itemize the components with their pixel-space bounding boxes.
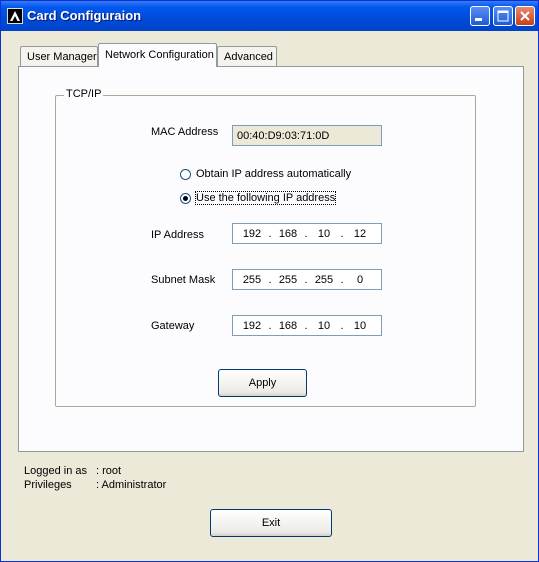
ip-dot: .	[304, 228, 308, 240]
gateway-label: Gateway	[151, 320, 195, 332]
tab-label: Network Configuration	[105, 49, 214, 61]
subnet-octet-2[interactable]: 255	[275, 274, 301, 286]
ip-address-label: IP Address	[151, 229, 204, 241]
ip-dot: .	[268, 228, 272, 240]
tab-user-manager[interactable]: User Manager	[20, 46, 98, 66]
subnet-octet-1[interactable]: 255	[239, 274, 265, 286]
close-icon	[520, 11, 530, 21]
mac-address-field: 00:40:D9:03:71:0D	[232, 125, 382, 146]
apply-button[interactable]: Apply	[218, 369, 307, 397]
maximize-button[interactable]	[493, 6, 513, 26]
subnet-dot: .	[268, 274, 272, 286]
obtain-ip-auto-radio[interactable]	[180, 169, 191, 180]
obtain-ip-auto-label[interactable]: Obtain IP address automatically	[196, 168, 351, 180]
ip-octet-4[interactable]: 12	[347, 228, 373, 240]
tab-advanced[interactable]: Advanced	[217, 46, 277, 66]
use-following-ip-label[interactable]: Use the following IP address	[194, 191, 337, 205]
gateway-dot: .	[268, 320, 272, 332]
groupbox-title: TCP/IP	[64, 88, 104, 100]
use-following-ip-radio[interactable]	[180, 193, 191, 204]
logged-in-label: Logged in as	[24, 465, 87, 477]
maximize-icon	[497, 10, 509, 22]
subnet-dot: .	[340, 274, 344, 286]
minimize-button[interactable]	[470, 6, 490, 26]
tab-label: Advanced	[224, 51, 273, 63]
privileges-value: : Administrator	[96, 479, 167, 491]
subnet-octet-3[interactable]: 255	[311, 274, 337, 286]
ip-octet-1[interactable]: 192	[239, 228, 265, 240]
subnet-mask-label: Subnet Mask	[151, 274, 216, 286]
subnet-octet-4[interactable]: 0	[347, 274, 373, 286]
network-configuration-panel: TCP/IP MAC Address 00:40:D9:03:71:0D Obt…	[18, 66, 524, 452]
minimize-icon	[475, 18, 482, 21]
gateway-octet-1[interactable]: 192	[239, 320, 265, 332]
tcpip-groupbox: TCP/IP MAC Address 00:40:D9:03:71:0D Obt…	[55, 88, 476, 407]
apply-button-label: Apply	[248, 377, 277, 389]
gateway-octet-2[interactable]: 168	[275, 320, 301, 332]
gateway-octet-4[interactable]: 10	[347, 320, 373, 332]
exit-button-label: Exit	[261, 517, 281, 529]
gateway-input[interactable]: 192 . 168 . 10 . 10	[232, 315, 382, 336]
tab-network-configuration[interactable]: Network Configuration	[98, 43, 217, 67]
ip-octet-3[interactable]: 10	[311, 228, 337, 240]
exit-button[interactable]: Exit	[210, 509, 332, 537]
logged-in-value: : root	[96, 465, 122, 477]
gateway-dot: .	[340, 320, 344, 332]
window-title: Card Configuraion	[27, 8, 142, 23]
ip-octet-2[interactable]: 168	[275, 228, 301, 240]
mac-address-label: MAC Address	[151, 126, 219, 138]
card-configuration-window: Card Configuraion User Manager Network C…	[0, 0, 539, 562]
gateway-dot: .	[304, 320, 308, 332]
title-bar[interactable]: Card Configuraion	[1, 1, 538, 31]
app-logo-icon	[7, 8, 23, 24]
privileges-label: Privileges	[24, 479, 72, 491]
close-button[interactable]	[515, 6, 535, 26]
mac-address-value: 00:40:D9:03:71:0D	[237, 130, 330, 142]
subnet-mask-input[interactable]: 255 . 255 . 255 . 0	[232, 269, 382, 290]
ip-address-input[interactable]: 192 . 168 . 10 . 12	[232, 223, 382, 244]
tab-label: User Manager	[27, 51, 97, 63]
subnet-dot: .	[304, 274, 308, 286]
gateway-octet-3[interactable]: 10	[311, 320, 337, 332]
ip-dot: .	[340, 228, 344, 240]
